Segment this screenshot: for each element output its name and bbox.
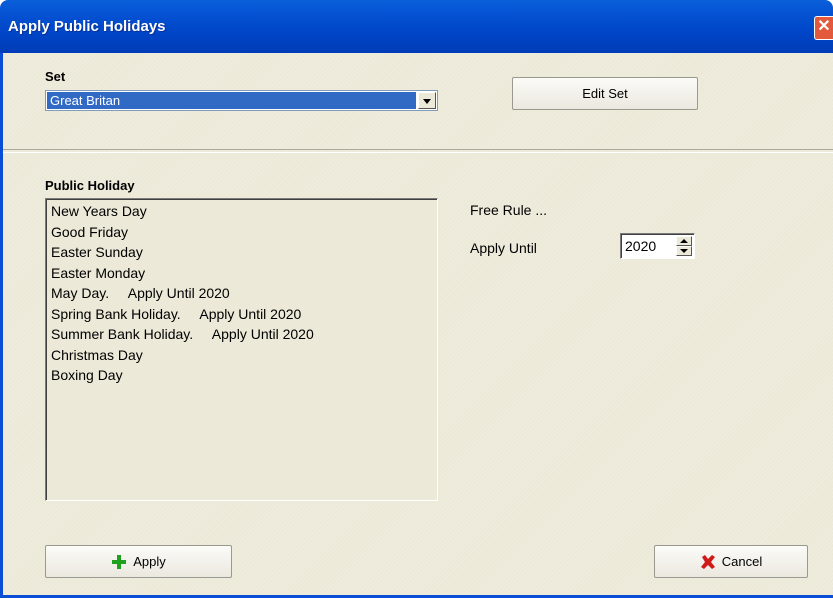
list-item[interactable]: Boxing Day (51, 365, 437, 386)
spin-down-icon[interactable] (676, 246, 692, 256)
apply-until-spinner[interactable]: 2020 (620, 233, 695, 259)
list-item[interactable]: Easter Sunday (51, 242, 437, 263)
list-item[interactable]: May Day. Apply Until 2020 (51, 283, 437, 304)
public-holiday-label: Public Holiday (45, 178, 135, 193)
window-title: Apply Public Holidays (8, 18, 166, 35)
list-item[interactable]: Summer Bank Holiday. Apply Until 2020 (51, 324, 437, 345)
set-selected-value: Great Britan (47, 92, 416, 109)
close-icon[interactable]: ✕ (814, 16, 833, 40)
title-bar[interactable]: Apply Public Holidays ✕ (0, 0, 833, 53)
cancel-button-label: Cancel (721, 554, 763, 569)
list-item[interactable]: Easter Monday (51, 263, 437, 284)
spin-up-icon[interactable] (676, 236, 692, 246)
apply-button-label: Apply (133, 554, 166, 569)
plus-icon (112, 554, 127, 569)
separator (3, 149, 833, 153)
free-rule-link[interactable]: Free Rule ... (470, 202, 547, 218)
cancel-button[interactable]: Cancel (654, 545, 808, 578)
list-item[interactable]: Good Friday (51, 222, 437, 243)
set-label: Set (45, 69, 66, 84)
set-dropdown[interactable]: Great Britan (45, 90, 438, 111)
x-icon (700, 554, 715, 569)
list-item[interactable]: Christmas Day (51, 345, 437, 366)
list-item[interactable]: Spring Bank Holiday. Apply Until 2020 (51, 304, 437, 325)
holiday-items: New Years Day Good Friday Easter Sunday Eas… (46, 199, 437, 386)
apply-button[interactable]: Apply (45, 545, 232, 578)
chevron-down-icon[interactable] (418, 92, 436, 109)
public-holiday-list[interactable]: New Years Day Good Friday Easter Sunday Eas… (45, 198, 438, 501)
apply-until-label: Apply Until (470, 240, 537, 256)
edit-set-button[interactable]: Edit Set (512, 77, 698, 110)
list-item[interactable]: New Years Day (51, 201, 437, 222)
apply-until-value[interactable]: 2020 (625, 238, 656, 254)
spinner-buttons (676, 236, 692, 256)
dialog-window: Apply Public Holidays ✕ Set Great Britan… (0, 0, 833, 598)
